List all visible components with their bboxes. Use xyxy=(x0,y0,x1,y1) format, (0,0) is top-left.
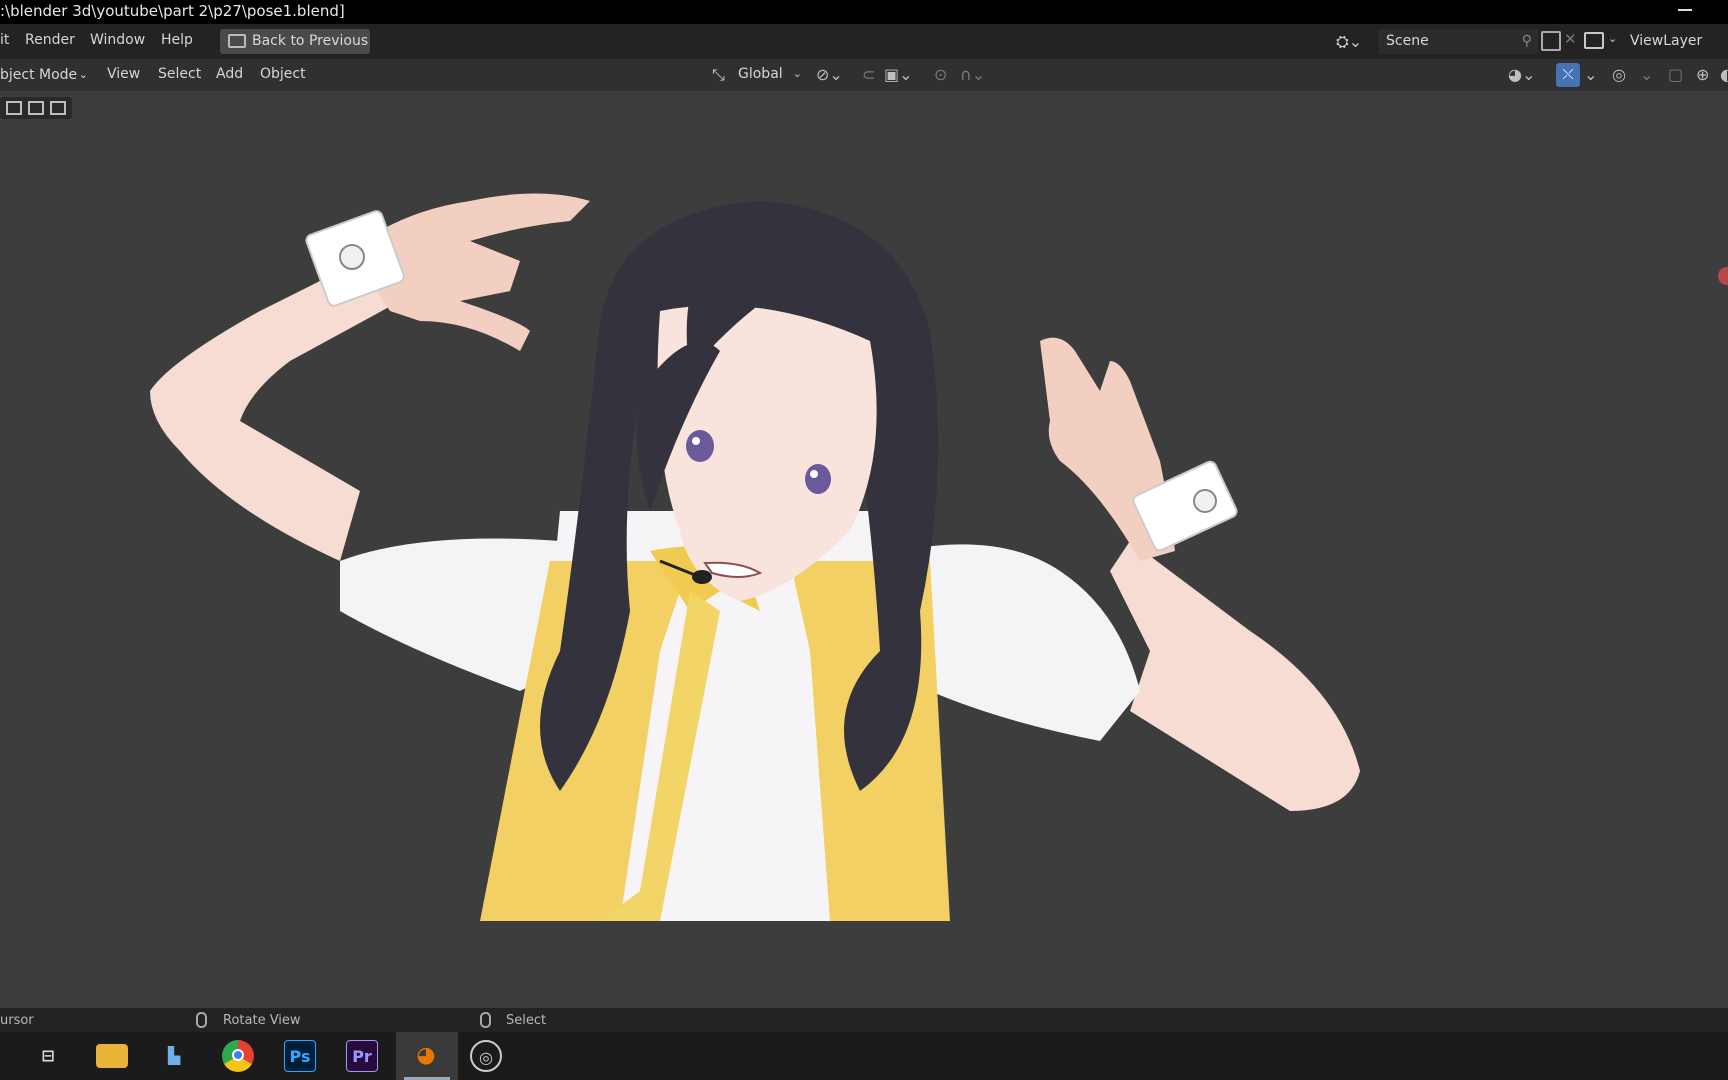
window-titlebar: :\blender 3d\youtube\part 2\p27\pose1.bl… xyxy=(0,0,1728,24)
xray-icon[interactable]: ▢ xyxy=(1668,65,1683,84)
view-layer-name[interactable]: ViewLayer xyxy=(1630,33,1702,49)
os-taskbar: ⊟ ▙ Ps Pr ◕ ◎ xyxy=(0,1032,1728,1080)
select-extend-icon[interactable] xyxy=(28,101,44,115)
menu-view[interactable]: View xyxy=(107,66,140,82)
select-new-icon[interactable] xyxy=(6,101,22,115)
window-title: :\blender 3d\youtube\part 2\p27\pose1.bl… xyxy=(0,2,345,20)
view-layer-selector: ⌄ ViewLayer xyxy=(1584,29,1728,54)
proportional-editing-icon[interactable]: ⊙ xyxy=(934,65,947,84)
transform-orientation-dropdown[interactable]: ⤡ Global ⌄ xyxy=(706,63,806,87)
back-to-previous-button[interactable]: Back to Previous xyxy=(220,29,370,54)
status-bar: ursor Rotate View Select xyxy=(0,1008,1728,1032)
snap-icon[interactable]: ⊂ xyxy=(862,65,875,84)
solid-shading-icon[interactable]: ◐ xyxy=(1720,65,1728,84)
character-model xyxy=(150,193,1360,921)
menu-add[interactable]: Add xyxy=(216,66,243,82)
back-icon xyxy=(228,34,246,48)
minimize-button[interactable] xyxy=(1678,9,1692,11)
snap-target-icon[interactable]: ▣⌄ xyxy=(884,65,913,84)
status-right-hint: Select xyxy=(506,1013,547,1028)
menu-select[interactable]: Select xyxy=(158,66,201,82)
new-scene-icon[interactable] xyxy=(1541,31,1561,51)
mouse-right-icon xyxy=(480,1012,491,1028)
mode-label: bject Mode xyxy=(0,67,78,83)
pin-icon[interactable]: ⚲ xyxy=(1522,29,1532,54)
scene-name-field[interactable]: Scene ⚲ xyxy=(1378,29,1538,54)
wireframe-shading-icon[interactable]: ⊕ xyxy=(1696,65,1709,84)
menu-window[interactable]: Window xyxy=(90,32,145,48)
menu-edit[interactable]: it xyxy=(0,32,9,48)
chevron-down-icon[interactable]: ⌄ xyxy=(1608,32,1617,45)
selection-mode-toolbar xyxy=(0,97,72,119)
chevron-down-icon: ⌄ xyxy=(78,68,88,81)
mode-dropdown[interactable]: bject Mode ⌄ xyxy=(0,63,90,87)
viewport-header: bject Mode ⌄ View Select Add Object ⤡ Gl… xyxy=(0,59,1728,91)
scene-browse-icon[interactable]: ⛭⌄ xyxy=(1336,32,1362,52)
select-subtract-icon[interactable] xyxy=(50,101,66,115)
visibility-icon[interactable]: ◕⌄ xyxy=(1508,65,1535,84)
close-icon[interactable]: ✕ xyxy=(1564,30,1577,48)
view-layer-icon[interactable] xyxy=(1584,32,1604,49)
task-view-icon[interactable]: ⊟ xyxy=(32,1040,64,1072)
chrome-icon[interactable] xyxy=(222,1040,254,1072)
chevron-down-icon[interactable]: ⌄ xyxy=(1584,65,1597,84)
3d-viewport[interactable] xyxy=(0,91,1728,1008)
chevron-down-icon[interactable]: ⌄ xyxy=(1640,65,1653,84)
overlays-icon[interactable]: ◎ xyxy=(1612,65,1626,84)
premiere-icon[interactable]: Pr xyxy=(346,1040,378,1072)
gizmo-toggle-icon[interactable]: ⤬ xyxy=(1556,63,1580,87)
chevron-down-icon: ⌄ xyxy=(792,67,802,80)
menu-object[interactable]: Object xyxy=(260,66,306,82)
back-to-previous-label: Back to Previous xyxy=(252,33,369,49)
scene-name: Scene xyxy=(1386,33,1429,49)
photoshop-icon[interactable]: Ps xyxy=(284,1040,316,1072)
blender-icon[interactable]: ◕ xyxy=(410,1040,442,1072)
status-left-hint: ursor xyxy=(0,1013,34,1028)
top-menu-bar: it Render Window Help Back to Previous ⛭… xyxy=(0,24,1728,59)
menu-help[interactable]: Help xyxy=(161,32,193,48)
obs-icon[interactable]: ◎ xyxy=(470,1040,502,1072)
falloff-icon[interactable]: ∩⌄ xyxy=(960,65,985,84)
mouse-middle-icon xyxy=(196,1012,207,1028)
file-explorer-icon[interactable] xyxy=(96,1044,128,1068)
pivot-point-icon[interactable]: ⊘⌄ xyxy=(816,65,843,84)
orientation-icon: ⤡ xyxy=(712,65,725,84)
menu-render[interactable]: Render xyxy=(25,32,75,48)
network-folder-icon[interactable]: ▙ xyxy=(158,1040,190,1072)
orientation-label: Global xyxy=(738,66,783,82)
status-middle-hint: Rotate View xyxy=(223,1013,301,1028)
scene-selector: ⛭⌄ Scene ⚲ ✕ xyxy=(1336,29,1577,54)
